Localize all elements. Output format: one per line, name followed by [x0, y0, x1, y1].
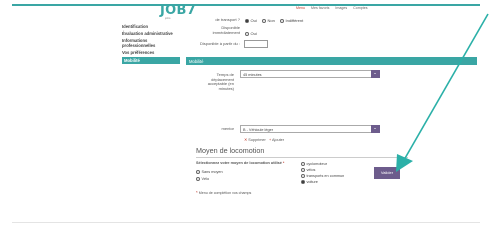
radio-icon[interactable]	[196, 177, 200, 181]
option-sans-moyen[interactable]: Sans moyen	[196, 170, 223, 174]
temps-label: Temps de déplacement acceptable (en minu…	[207, 72, 234, 91]
dispo-option-oui[interactable]: Oui	[245, 31, 257, 36]
section-title: Mobilité	[189, 58, 204, 64]
temps-select[interactable]: 45 minutes	[240, 70, 380, 79]
sidebar-item-preferences[interactable]: Vos préférences	[122, 50, 180, 55]
radio-icon[interactable]	[262, 18, 266, 23]
radio-icon[interactable]	[280, 18, 284, 23]
topnav-menu[interactable]: Menu	[296, 6, 305, 10]
transport-option-indifferent[interactable]: Indifférent	[280, 18, 303, 23]
option-velo[interactable]: Vélo	[196, 177, 209, 181]
divider	[196, 157, 408, 158]
sidebar: Identification Évaluation administrative…	[122, 24, 180, 66]
chevron-down-icon[interactable]	[370, 125, 380, 134]
transport-label: de transport ?	[215, 17, 240, 22]
locomotion-label: Sélectionnez votre moyen de locomotion u…	[196, 161, 285, 165]
mentor-label: mentor	[221, 126, 234, 131]
chevron-down-icon[interactable]	[370, 70, 380, 79]
transport-option-oui[interactable]: Oui	[245, 18, 257, 23]
mobilite-section-bar: Mobilité	[186, 57, 477, 65]
add-icon: +	[268, 138, 272, 142]
option-transports[interactable]: transports en commun	[301, 174, 344, 178]
dispo-from-label: Disponible à partir du :	[199, 41, 240, 46]
radio-icon[interactable]	[245, 18, 249, 23]
radio-icon[interactable]	[245, 31, 249, 36]
radio-icon[interactable]	[301, 180, 305, 184]
sidebar-item-identification[interactable]: Identification	[122, 24, 180, 29]
logo-subtext: jobs	[165, 16, 171, 20]
radio-icon[interactable]	[196, 170, 200, 174]
mentor-actions: ✕ Supprimer + Ajouter	[244, 137, 284, 142]
remove-icon: ✕	[244, 138, 248, 142]
radio-icon[interactable]	[301, 174, 305, 178]
sidebar-item-informations[interactable]: Informations professionnelles	[122, 38, 180, 48]
radio-icon[interactable]	[301, 162, 305, 166]
sidebar-item-mobilite[interactable]: Mobilité	[122, 57, 180, 64]
page-frame	[12, 4, 480, 236]
ajouter-link[interactable]: Ajouter	[272, 138, 284, 142]
topnav-comptes[interactable]: Comptes	[353, 6, 367, 10]
dispo-date-input[interactable]	[244, 40, 268, 48]
radio-icon[interactable]	[301, 168, 305, 172]
dispo-label: Disponible immédiatement	[212, 25, 240, 35]
valider-button[interactable]: Valider	[374, 167, 400, 179]
transport-option-non[interactable]: Non	[262, 18, 275, 23]
locomotion-title: Moyen de locomotion	[196, 146, 265, 155]
top-navigation: Menu Mes favoris Images Comptes	[296, 6, 368, 10]
temps-value: 45 minutes	[243, 72, 262, 77]
required-star-icon: *	[196, 190, 198, 195]
required-note: * Menu de complétion vos champs	[196, 190, 252, 195]
mentor-value: B - Véhicule léger	[243, 127, 273, 132]
mentor-select[interactable]: B - Véhicule léger	[240, 125, 380, 134]
topnav-favoris[interactable]: Mes favoris	[311, 6, 329, 10]
sidebar-item-evaluation[interactable]: Évaluation administrative	[122, 31, 180, 36]
top-accent-line	[12, 4, 480, 6]
option-velos[interactable]: vélos	[301, 168, 315, 172]
option-cyclomoteur[interactable]: cyclomoteur	[301, 162, 327, 166]
footer-divider	[12, 222, 480, 223]
option-voiture[interactable]: voiture	[301, 180, 318, 184]
supprimer-link[interactable]: Supprimer	[248, 138, 266, 142]
topnav-images[interactable]: Images	[335, 6, 347, 10]
